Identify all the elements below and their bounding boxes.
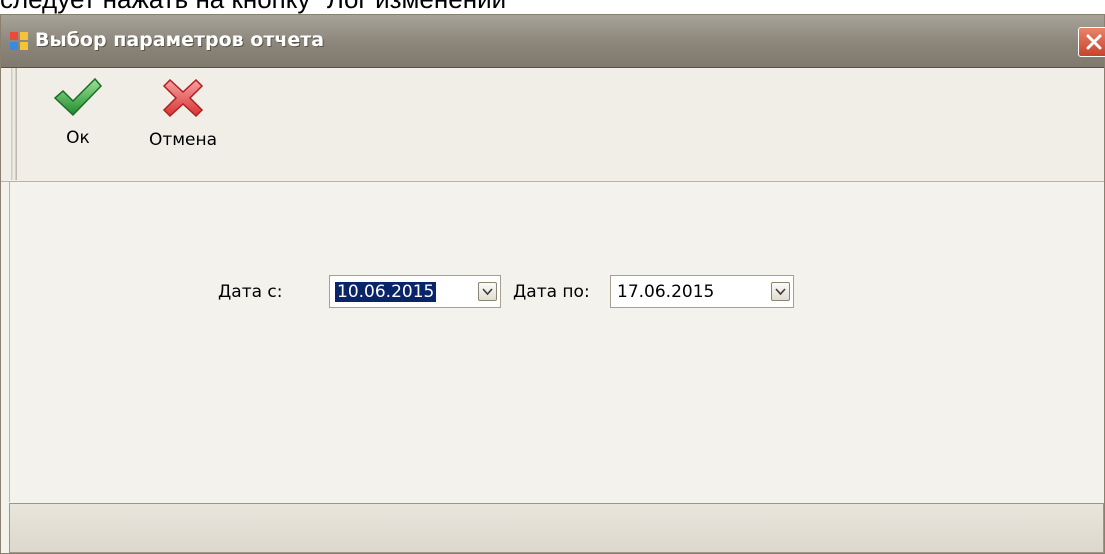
document-caption-text: следует нажать на кнопку "Лог изменений" [0,0,515,14]
date-to-picker[interactable]: 17.06.2015 [610,275,794,308]
cancel-label: Отмена [148,130,218,150]
ok-label: Ок [66,128,90,148]
date-from-label: Дата с: [218,282,283,302]
close-icon [1086,34,1102,50]
date-from-value[interactable]: 10.06.2015 [335,282,437,302]
toolbar-grip[interactable] [11,68,17,180]
date-from-picker[interactable]: 10.06.2015 [329,275,501,308]
ok-button[interactable]: Ок [53,76,103,148]
date-to-label: Дата по: [513,282,590,302]
green-check-icon [53,77,103,117]
date-to-dropdown-button[interactable] [771,282,790,301]
close-button[interactable] [1078,27,1105,57]
red-x-icon [162,78,204,118]
report-parameters-dialog: Выбор параметров отчета Ок Отмена Дата с… [0,14,1105,554]
form-panel: Дата с: 10.06.2015 Дата по: 17.06.2015 [9,182,1104,502]
title-bar[interactable]: Выбор параметров отчета [1,15,1105,68]
date-to-value[interactable]: 17.06.2015 [617,282,714,302]
app-window-icon [10,32,28,50]
toolbar: Ок Отмена [1,68,1104,182]
date-from-dropdown-button[interactable] [478,282,497,301]
cancel-button[interactable]: Отмена [141,76,225,150]
chevron-down-icon [775,288,786,296]
status-bar [9,503,1104,553]
chevron-down-icon [482,288,493,296]
window-title: Выбор параметров отчета [35,29,325,51]
